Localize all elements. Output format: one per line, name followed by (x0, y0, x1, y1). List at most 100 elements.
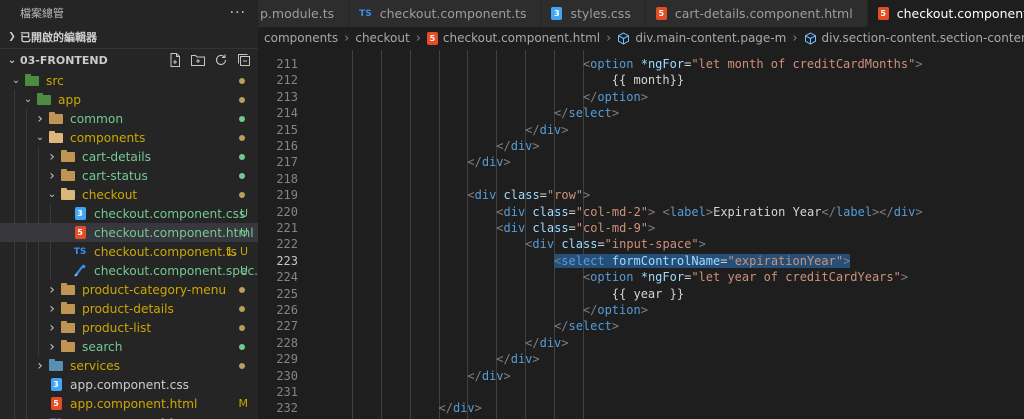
spec-file-icon (72, 264, 88, 278)
chevron-right-icon: › (415, 30, 421, 46)
tab-label: p.module.ts (260, 6, 335, 21)
tree-folder-product-category-menu[interactable]: › product-category-menu (0, 280, 258, 299)
workspace-folder-header[interactable]: ⌄ 03-FRONTEND (0, 49, 258, 71)
tab-checkout-component-ts[interactable]: TS checkout.component.ts (349, 0, 542, 27)
code-line: 223 <select formControlName="expirationYe… (258, 253, 1024, 269)
open-editors-section[interactable]: ❯ 已開啟的編輯器 (0, 26, 258, 48)
code-text: <div class="input-space"> (525, 236, 706, 252)
element-icon (617, 31, 630, 45)
tree-file-checkout-component-html[interactable]: 5 checkout.component.html U (0, 223, 258, 242)
tree-folder-product-details[interactable]: › product-details (0, 299, 258, 318)
tree-indent-guide (14, 261, 15, 280)
tree-indent-guide (50, 261, 51, 280)
editor-tabs: p.module.ts TS checkout.component.ts 3 style… (258, 0, 1024, 27)
code-editor[interactable]: 211 <option *ngFor="let month of creditCa… (258, 50, 1024, 419)
tab-p-module-ts[interactable]: p.module.ts (258, 0, 350, 27)
tree-file-app-component-html[interactable]: 5 app.component.html M (0, 394, 258, 413)
tree-file-app-component-ts[interactable]: TS app.component.ts (0, 413, 258, 419)
html-file-icon: 5 (48, 397, 64, 411)
tree-folder-services[interactable]: › services (0, 356, 258, 375)
code-line: 232 </div> (258, 400, 1024, 416)
tree-folder-search[interactable]: › search (0, 337, 258, 356)
tree-folder-components[interactable]: ⌄ components (0, 128, 258, 147)
tree-indent-guide (26, 242, 27, 261)
css-file-icon: 3 (72, 207, 88, 221)
tree-indent-guide (14, 242, 15, 261)
code-token: > (561, 335, 569, 350)
folder-icon (60, 187, 76, 202)
code-token: > (561, 122, 569, 137)
code-text: <div class="col-md-2"> <label>Expiration… (496, 204, 922, 220)
code-token: *ngFor (640, 57, 685, 71)
tree-folder-app[interactable]: ⌄ app (0, 90, 258, 109)
tree-file-checkout-component-css[interactable]: 3 checkout.component.css U (0, 204, 258, 223)
tree-folder-src[interactable]: ⌄ src (0, 71, 258, 90)
code-line: 229 </div> (258, 351, 1024, 367)
tab-styles-css[interactable]: 3 styles.css (541, 0, 646, 27)
tab-cart-details-component-html[interactable]: 5 cart-details.component.html (645, 0, 868, 27)
folder-icon (60, 301, 76, 316)
code-token: div (503, 221, 526, 235)
code-text: <option *ngFor="let month of creditCardM… (583, 56, 923, 72)
chevron-right-icon: ❯ (8, 32, 16, 42)
breadcrumb: components › checkout › 5 checkout.component.… (258, 27, 1024, 49)
line-number: 228 (276, 335, 298, 350)
git-status-dot (239, 74, 245, 87)
tree-folder-product-list[interactable]: › product-list (0, 318, 258, 337)
code-line: 211 <option *ngFor="let month of creditCa… (258, 56, 1024, 72)
tree-folder-common[interactable]: › common (0, 109, 258, 128)
tree-indent-guide (26, 394, 27, 413)
code-text: {{ year }} (612, 286, 684, 302)
chevron-right-icon: › (606, 30, 612, 46)
code-token: div (532, 237, 555, 252)
breadcrumb-item[interactable]: div.main-content.page-m (617, 31, 786, 45)
tree-item-label: services (70, 358, 121, 373)
code-token: formControlName (611, 253, 721, 268)
code-token: > (900, 270, 909, 285)
line-number: 219 (276, 188, 298, 203)
code-line: 230 </div> (258, 368, 1024, 384)
breadcrumb-item[interactable]: div.section-content.section-content-p30 (804, 31, 1024, 45)
chevron-right-icon: › (49, 300, 55, 317)
code-token: class (561, 237, 598, 252)
code-token: label (669, 204, 706, 219)
tree-file-app-component-css[interactable]: 3 app.component.css (0, 375, 258, 394)
more-actions-icon[interactable]: ··· (230, 5, 246, 21)
folder-icon (60, 320, 76, 335)
tree-folder-checkout[interactable]: ⌄ checkout (0, 185, 258, 204)
code-token: "let month of creditCardMonths" (691, 57, 916, 71)
code-text: </div> (525, 122, 568, 138)
line-number: 215 (276, 122, 298, 137)
tree-indent-guide (38, 318, 39, 337)
refresh-icon[interactable] (213, 52, 229, 68)
breadcrumb-item[interactable]: components (264, 31, 338, 45)
code-text: <div class="col-md-9"> (496, 220, 655, 236)
breadcrumb-item[interactable]: 5 checkout.component.html (426, 31, 600, 45)
tree-item-label: app (58, 92, 81, 107)
tree-indent-guide (38, 223, 39, 242)
code-token: = (568, 221, 576, 235)
tree-folder-cart-status[interactable]: › cart-status (0, 166, 258, 185)
tree-indent-guide (14, 413, 15, 419)
breadcrumb-item[interactable]: checkout (355, 31, 409, 45)
code-token: > (640, 303, 648, 317)
tree-indent-guide (38, 280, 39, 299)
tree-file-checkout-component-spec-ts[interactable]: checkout.component.spec.ts U (0, 261, 258, 280)
tree-item-label: checkout.component.html (94, 225, 254, 240)
code-text: </div> (467, 154, 510, 170)
tree-file-checkout-component-ts[interactable]: TS checkout.component.ts 1, U (0, 242, 258, 261)
tree-item-label: product-list (82, 320, 152, 335)
code-token: > (583, 188, 591, 203)
new-file-icon[interactable] (167, 52, 183, 68)
code-token: *ngFor (640, 270, 685, 285)
line-number: 214 (276, 106, 298, 121)
tree-indent-guide (26, 223, 27, 242)
tab-checkout-component-html[interactable]: 5checkout.component.html✕ (867, 0, 1024, 27)
code-text: <div class="row"> (467, 187, 590, 203)
tree-indent-guide (26, 299, 27, 318)
code-token: class (532, 204, 569, 219)
new-folder-icon[interactable] (190, 52, 206, 68)
code-token: > (705, 204, 714, 219)
tree-folder-cart-details[interactable]: › cart-details (0, 147, 258, 166)
collapse-all-icon[interactable] (236, 52, 252, 68)
